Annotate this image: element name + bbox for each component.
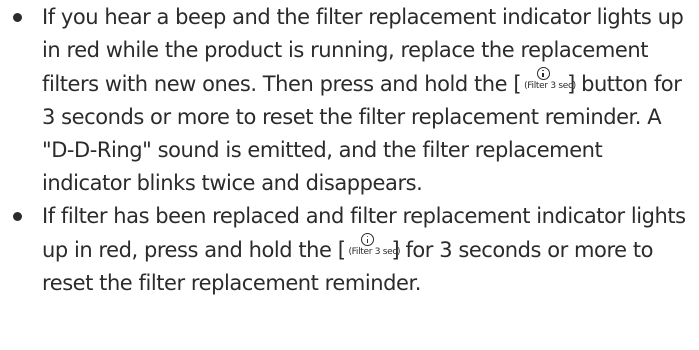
info-circle-icon — [361, 233, 375, 246]
filter-button-caption: (Filter 3 sec) — [348, 247, 401, 257]
bullet-dot — [13, 212, 22, 221]
filter-button-reference: [(Filter 3 sec)] — [337, 233, 401, 267]
filter-button-icon-group: (Filter 3 sec) — [524, 67, 576, 93]
filter-button-caption: (Filter 3 sec) — [524, 81, 576, 91]
bracket-open: [ — [337, 238, 346, 262]
list-item: If filter has been replaced and filter r… — [0, 200, 699, 300]
instruction-list: If you hear a beep and the filter replac… — [0, 1, 699, 300]
filter-button-reference: [(Filter 3 sec)] — [513, 67, 576, 101]
bracket-open: [ — [513, 72, 522, 96]
filter-button-icon-group: (Filter 3 sec) — [348, 233, 401, 259]
instruction-document: If you hear a beep and the filter replac… — [0, 1, 699, 350]
list-item: If you hear a beep and the filter replac… — [0, 1, 699, 200]
bullet-dot — [13, 13, 22, 22]
info-circle-icon — [537, 67, 551, 80]
